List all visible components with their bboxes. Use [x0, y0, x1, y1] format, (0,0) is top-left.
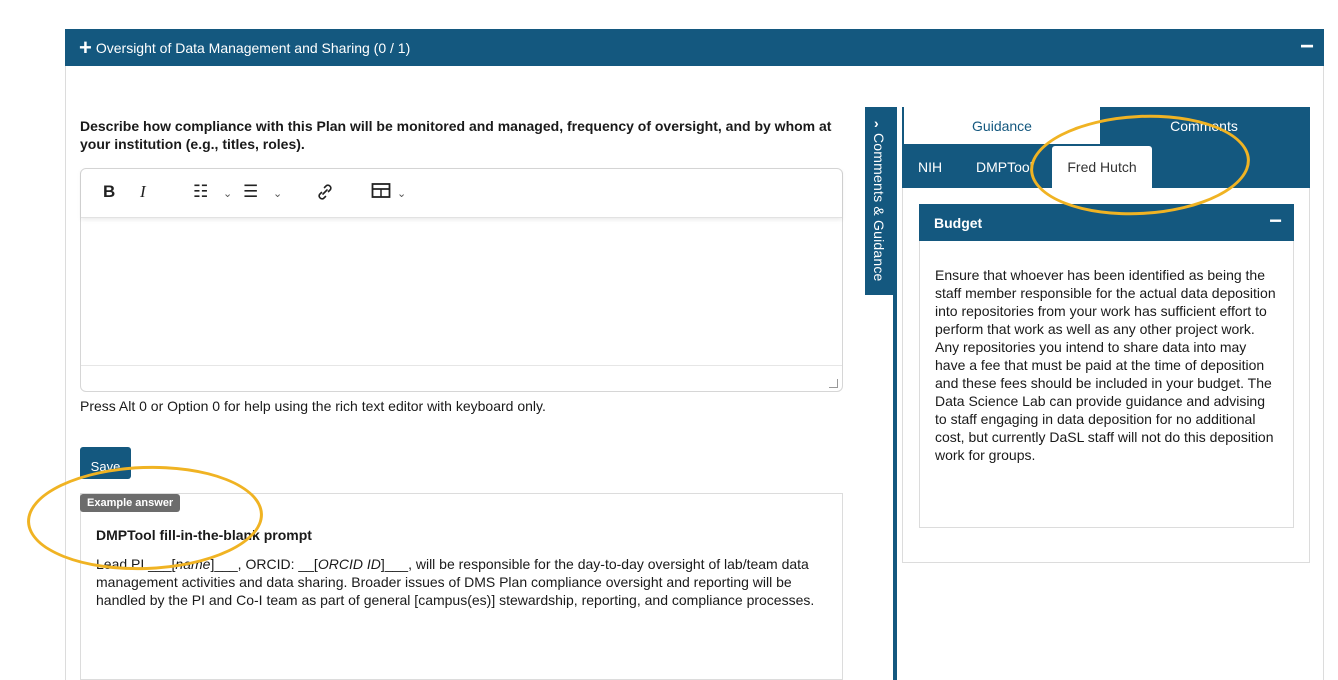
editor-content-area[interactable]	[81, 218, 842, 368]
sub-tab-nih[interactable]: NIH	[918, 146, 942, 188]
budget-collapse-icon[interactable]: −	[1269, 210, 1282, 232]
chevron-right-icon: ›	[874, 115, 879, 131]
table-chevron-down-icon[interactable]: ⌄	[397, 187, 406, 200]
tab-guidance[interactable]: Guidance	[904, 107, 1100, 144]
comments-guidance-label: Comments & Guidance	[871, 133, 887, 282]
expand-icon: +	[79, 34, 92, 60]
table-icon[interactable]	[371, 182, 391, 205]
sub-tab-dmptool[interactable]: DMPTool	[976, 146, 1033, 188]
sub-tab-fred-hutch[interactable]: Fred Hutch	[1052, 146, 1152, 188]
example-answer-title: DMPTool fill-in-the-blank prompt	[96, 527, 312, 543]
italic-icon[interactable]: I	[140, 182, 146, 202]
guidance-tabs-bar: Guidance Comments NIH DMPTool Fred Hutch	[902, 107, 1310, 188]
question-text: Describe how compliance with this Plan w…	[80, 118, 832, 152]
resize-handle-icon[interactable]	[829, 379, 838, 388]
save-button[interactable]: Save	[80, 447, 131, 479]
editor-status-bar	[81, 365, 842, 391]
bullet-list-chevron-down-icon[interactable]: ⌄	[223, 187, 232, 200]
bold-icon[interactable]: B	[103, 182, 115, 202]
budget-title: Budget	[934, 214, 983, 231]
example-answer-body: Lead PI ___[name]___, ORCID: __[ORCID ID…	[96, 556, 815, 608]
rich-text-editor[interactable]: B I ☷ ⌄ ☰ ⌄ ⌄	[80, 168, 843, 392]
editor-toolbar: B I ☷ ⌄ ☰ ⌄ ⌄	[81, 169, 842, 218]
example-answer-badge: Example answer	[80, 494, 181, 512]
numbered-list-icon[interactable]: ☰	[243, 182, 258, 202]
side-panel-divider	[893, 107, 897, 680]
link-icon[interactable]	[315, 182, 335, 207]
bullet-list-icon[interactable]: ☷	[193, 182, 208, 202]
section-header-bar[interactable]: + Oversight of Data Management and Shari…	[65, 29, 1324, 66]
numbered-list-chevron-down-icon[interactable]: ⌄	[273, 187, 282, 200]
editor-help-text: Press Alt 0 or Option 0 for help using t…	[80, 398, 546, 414]
collapse-icon[interactable]: −	[1300, 35, 1314, 59]
budget-header[interactable]: Budget −	[919, 204, 1294, 241]
budget-guidance-text: Ensure that whoever has been identified …	[935, 267, 1276, 463]
tab-comments[interactable]: Comments	[1106, 107, 1302, 144]
comments-guidance-toggle[interactable]: › Comments & Guidance	[865, 107, 895, 295]
section-title: Oversight of Data Management and Sharing…	[95, 39, 411, 56]
